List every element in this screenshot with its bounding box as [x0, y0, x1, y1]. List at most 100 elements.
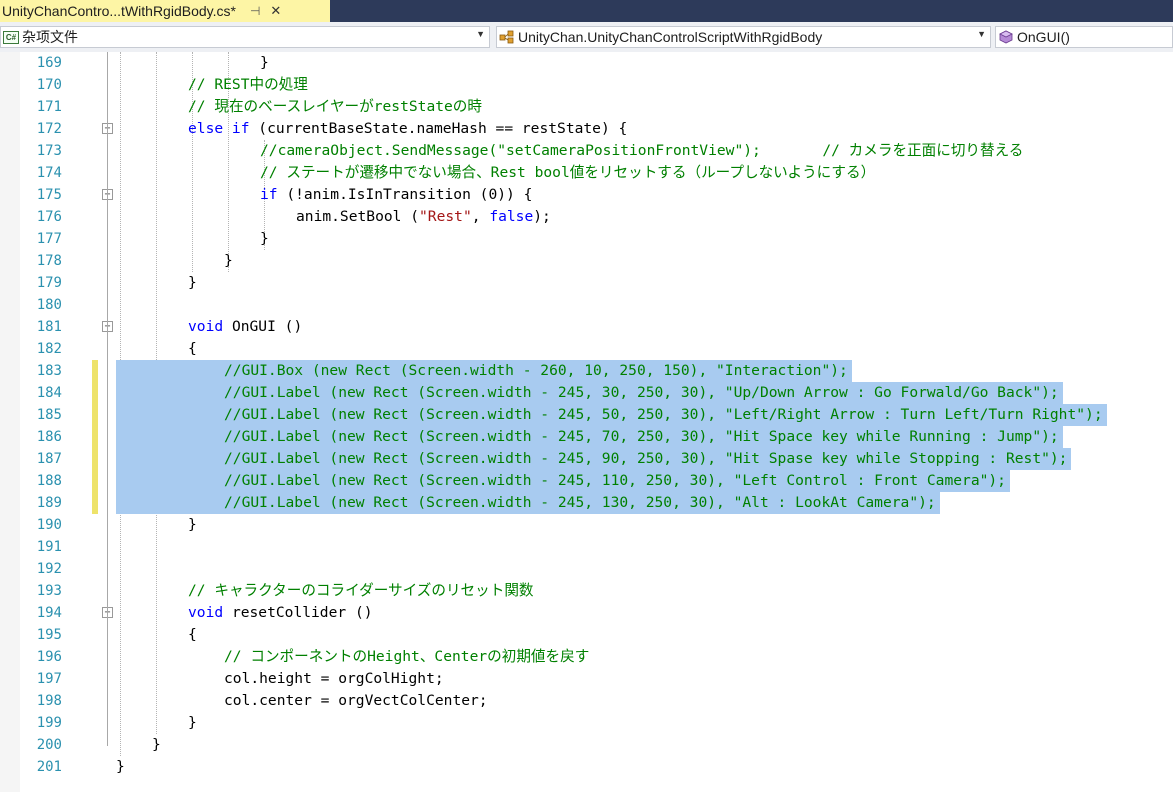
code-line[interactable]: 182 { — [0, 338, 1173, 360]
line-number: 171 — [36, 99, 62, 115]
code-line[interactable]: 189 //GUI.Label (new Rect (Screen.width -… — [0, 492, 1173, 514]
code-text[interactable]: // コンポーネントのHeight、Centerの初期値を戻す — [224, 646, 589, 668]
code-token: } — [188, 714, 197, 731]
code-token: } — [116, 758, 125, 775]
code-line[interactable]: 194− void resetCollider () — [0, 602, 1173, 624]
code-text[interactable]: } — [224, 250, 233, 272]
code-line[interactable]: 190} — [0, 514, 1173, 536]
comment-token: //GUI.Box (new Rect (Screen.width - 260,… — [224, 362, 848, 379]
comment-token: //cameraObject.SendMessage("setCameraPos… — [260, 142, 1024, 159]
code-line[interactable]: 197 col.height = orgColHight; — [0, 668, 1173, 690]
code-text[interactable]: } — [188, 712, 197, 734]
code-line[interactable]: 177} — [0, 228, 1173, 250]
line-number: 187 — [36, 451, 62, 467]
project-dropdown[interactable]: C# 杂项文件 ▼ — [0, 26, 490, 48]
code-text[interactable]: //GUI.Label (new Rect (Screen.width - 24… — [224, 448, 1067, 470]
code-text[interactable]: //GUI.Label (new Rect (Screen.width - 24… — [224, 382, 1059, 404]
code-text[interactable]: } — [152, 734, 161, 756]
keyword-token: else if — [188, 120, 250, 137]
code-line[interactable]: 169} — [0, 52, 1173, 74]
code-token: ); — [533, 208, 551, 225]
change-indicator — [92, 492, 98, 514]
code-token: col.center = orgVectColCenter; — [224, 692, 488, 709]
code-text[interactable]: { — [188, 338, 197, 360]
code-text[interactable]: //cameraObject.SendMessage("setCameraPos… — [260, 140, 1023, 162]
code-text[interactable]: } — [188, 272, 197, 294]
code-text[interactable]: // REST中の処理 — [188, 74, 308, 96]
code-line[interactable]: 170 // REST中の処理 — [0, 74, 1173, 96]
chevron-down-icon[interactable]: ▼ — [977, 29, 986, 39]
code-text[interactable]: { — [188, 624, 197, 646]
code-line[interactable]: 171 // 現在のベースレイヤーがrestStateの時 — [0, 96, 1173, 118]
code-editor[interactable]: 169} 170 // REST中の処理 171 // 現在のベースレイヤーがrestS… — [0, 52, 1173, 792]
code-text[interactable]: col.height = orgColHight; — [224, 668, 444, 690]
pin-icon[interactable]: ⊣ — [250, 4, 260, 18]
code-line[interactable]: 192 — [0, 558, 1173, 580]
chevron-down-icon[interactable]: ▼ — [476, 29, 485, 39]
code-line[interactable]: 172− else if (currentBaseState.nameHash =… — [0, 118, 1173, 140]
code-line[interactable]: 178} — [0, 250, 1173, 272]
line-number: 201 — [36, 759, 62, 775]
code-line[interactable]: 186 //GUI.Label (new Rect (Screen.width -… — [0, 426, 1173, 448]
code-line[interactable]: 184 //GUI.Label (new Rect (Screen.width -… — [0, 382, 1173, 404]
code-line[interactable]: 201} — [0, 756, 1173, 778]
comment-token: //GUI.Label (new Rect (Screen.width - 24… — [224, 384, 1059, 401]
change-indicator — [92, 426, 98, 448]
code-text[interactable]: } — [260, 52, 269, 74]
change-indicator — [92, 382, 98, 404]
code-line[interactable]: 199} — [0, 712, 1173, 734]
code-text[interactable]: } — [188, 514, 197, 536]
code-text[interactable]: //GUI.Label (new Rect (Screen.width - 24… — [224, 492, 936, 514]
code-text[interactable]: anim.SetBool ("Rest", false); — [296, 206, 551, 228]
code-line[interactable]: 200} — [0, 734, 1173, 756]
code-token: col.height = orgColHight; — [224, 670, 444, 687]
code-line[interactable]: 179} — [0, 272, 1173, 294]
code-text[interactable]: } — [260, 228, 269, 250]
code-line[interactable]: 175− if (!anim.IsInTransition (0)) { — [0, 184, 1173, 206]
code-line[interactable]: 198 col.center = orgVectColCenter; — [0, 690, 1173, 712]
member-dropdown[interactable]: OnGUI() — [995, 26, 1173, 48]
code-line[interactable]: 193 // キャラクターのコライダーサイズのリセット関数 — [0, 580, 1173, 602]
code-token: { — [188, 626, 197, 643]
code-text[interactable]: else if (currentBaseState.nameHash == re… — [188, 118, 627, 140]
code-text[interactable]: } — [116, 756, 125, 778]
tab-bar: UnityChanContro...tWithRgidBody.cs* ⊣ ✕ — [0, 0, 1173, 22]
code-text[interactable]: //GUI.Label (new Rect (Screen.width - 24… — [224, 470, 1006, 492]
code-text[interactable]: // 現在のベースレイヤーがrestStateの時 — [188, 96, 482, 118]
code-text[interactable]: void OnGUI () — [188, 316, 302, 338]
code-line[interactable]: 174 // ステートが遷移中でない場合、Rest bool値をリセットする（ルー… — [0, 162, 1173, 184]
code-line[interactable]: 195 { — [0, 624, 1173, 646]
line-number: 188 — [36, 473, 62, 489]
navigation-bar: C# 杂项文件 ▼ UnityChan.UnityChanControlScri… — [0, 22, 1173, 53]
code-line[interactable]: 185 //GUI.Label (new Rect (Screen.width -… — [0, 404, 1173, 426]
member-label: OnGUI() — [1017, 29, 1070, 45]
comment-token: //GUI.Label (new Rect (Screen.width - 24… — [224, 428, 1059, 445]
code-line[interactable]: 176 anim.SetBool ("Rest", false); — [0, 206, 1173, 228]
tab-title[interactable]: UnityChanContro...tWithRgidBody.cs* — [0, 3, 236, 19]
code-line[interactable]: 191 — [0, 536, 1173, 558]
code-line[interactable]: 183 //GUI.Box (new Rect (Screen.width - 2… — [0, 360, 1173, 382]
tab-active-file[interactable]: UnityChanContro...tWithRgidBody.cs* ⊣ ✕ — [0, 0, 330, 22]
code-text[interactable]: if (!anim.IsInTransition (0)) { — [260, 184, 532, 206]
change-indicator — [92, 404, 98, 426]
code-line[interactable]: 188 //GUI.Label (new Rect (Screen.width -… — [0, 470, 1173, 492]
close-icon[interactable]: ✕ — [270, 3, 281, 19]
code-token: } — [152, 736, 161, 753]
line-number: 199 — [36, 715, 62, 731]
code-line[interactable]: 173 //cameraObject.SendMessage("setCamera… — [0, 140, 1173, 162]
code-line[interactable]: 196 // コンポーネントのHeight、Centerの初期値を戻す — [0, 646, 1173, 668]
code-line[interactable]: 180 — [0, 294, 1173, 316]
code-text[interactable]: // ステートが遷移中でない場合、Rest bool値をリセットする（ループしな… — [260, 162, 875, 184]
class-dropdown[interactable]: UnityChan.UnityChanControlScriptWithRgid… — [496, 26, 991, 48]
code-line[interactable]: 187 //GUI.Label (new Rect (Screen.width -… — [0, 448, 1173, 470]
code-line[interactable]: 181− void OnGUI () — [0, 316, 1173, 338]
code-text[interactable]: void resetCollider () — [188, 602, 373, 624]
code-text[interactable]: //GUI.Box (new Rect (Screen.width - 260,… — [224, 360, 848, 382]
code-text[interactable]: //GUI.Label (new Rect (Screen.width - 24… — [224, 404, 1103, 426]
line-number: 192 — [36, 561, 62, 577]
line-number: 169 — [36, 55, 62, 71]
code-text[interactable]: col.center = orgVectColCenter; — [224, 690, 488, 712]
code-text[interactable]: // キャラクターのコライダーサイズのリセット関数 — [188, 580, 534, 602]
line-number: 172 — [36, 121, 62, 137]
code-text[interactable]: //GUI.Label (new Rect (Screen.width - 24… — [224, 426, 1059, 448]
